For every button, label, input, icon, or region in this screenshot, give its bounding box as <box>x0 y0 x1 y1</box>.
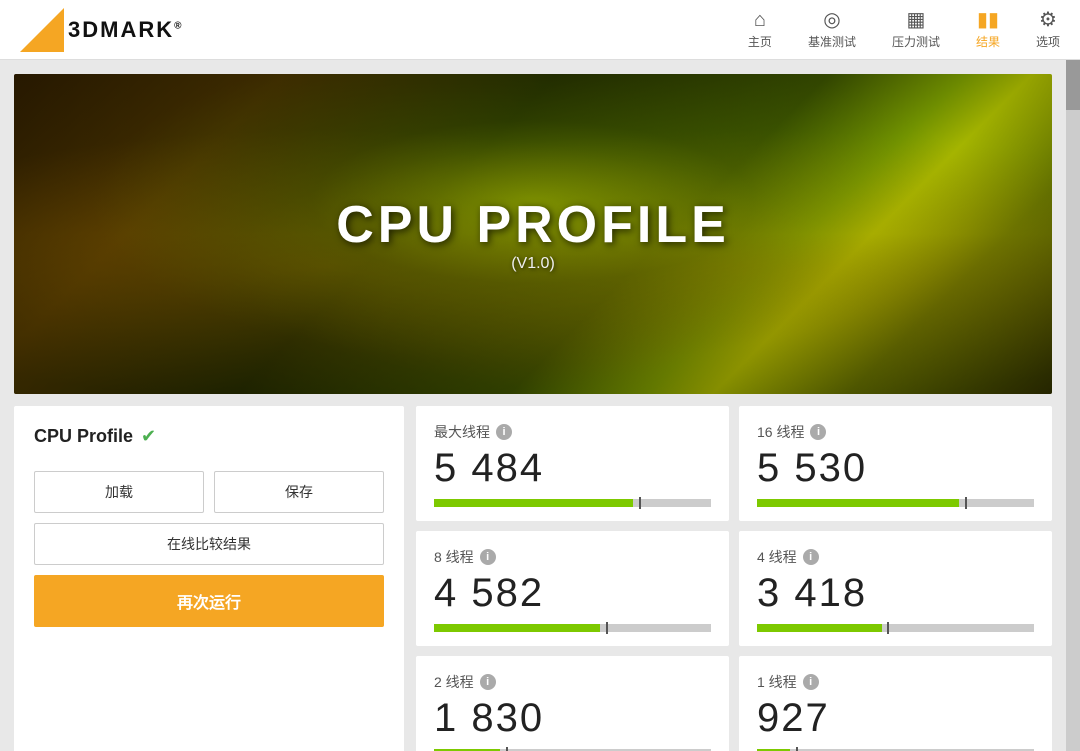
compare-button[interactable]: 在线比较结果 <box>34 523 384 565</box>
logo: 3DMARK® <box>20 8 184 52</box>
score-value-16-threads: 5 530 <box>757 446 1034 491</box>
score-bar-marker-2-threads <box>506 747 508 751</box>
home-nav-icon: ⌂ <box>754 10 766 30</box>
info-icon-4-threads[interactable]: i <box>803 549 819 565</box>
info-icon-8-threads[interactable]: i <box>480 549 496 565</box>
score-bar-track-4-threads <box>757 624 1034 632</box>
logo-reg: ® <box>174 20 183 31</box>
benchmark-nav-label: 基准测试 <box>808 33 856 50</box>
score-card-1-thread: 1 线程 i 927 <box>739 656 1052 751</box>
score-label-row-8-threads: 8 线程 i <box>434 547 711 567</box>
score-label-8-threads: 8 线程 <box>434 547 474 567</box>
results-nav-label: 结果 <box>976 33 1000 50</box>
score-bar-track-max-threads <box>434 499 711 507</box>
top-navigation: 3DMARK® ⌂ 主页 ◎ 基准测试 ▦ 压力测试 ▮▮ 结果 ⚙ 选项 <box>0 0 1080 60</box>
nav-item-stress[interactable]: ▦ 压力测试 <box>892 10 940 50</box>
score-label-2-threads: 2 线程 <box>434 672 474 692</box>
check-icon: ✔ <box>141 426 156 447</box>
options-nav-label: 选项 <box>1036 33 1060 50</box>
main-content: CPU PROFILE (V1.0) CPU Profile ✔ 加载 保存 在… <box>0 60 1066 751</box>
info-icon-1-thread[interactable]: i <box>803 674 819 690</box>
scrollbar-thumb[interactable] <box>1066 60 1080 110</box>
score-label-4-threads: 4 线程 <box>757 547 797 567</box>
nav-items: ⌂ 主页 ◎ 基准测试 ▦ 压力测试 ▮▮ 结果 ⚙ 选项 <box>748 10 1060 50</box>
score-bar-marker-1-thread <box>796 747 798 751</box>
score-value-8-threads: 4 582 <box>434 571 711 616</box>
stress-nav-label: 压力测试 <box>892 33 940 50</box>
score-bar-fill-16-threads <box>757 499 959 507</box>
score-card-max-threads: 最大线程 i 5 484 <box>416 406 729 521</box>
nav-item-results[interactable]: ▮▮ 结果 <box>976 10 1000 50</box>
score-bar-track-16-threads <box>757 499 1034 507</box>
score-card-4-threads: 4 线程 i 3 418 <box>739 531 1052 646</box>
options-nav-icon: ⚙ <box>1039 10 1057 30</box>
score-value-2-threads: 1 830 <box>434 696 711 741</box>
panel-title: CPU Profile <box>34 426 133 447</box>
score-bar-track-8-threads <box>434 624 711 632</box>
score-bar-marker-max-threads <box>639 497 641 509</box>
score-value-1-thread: 927 <box>757 696 1034 741</box>
bottom-section: CPU Profile ✔ 加载 保存 在线比较结果 再次运行 最大线程 i 5… <box>14 406 1052 751</box>
score-card-2-threads: 2 线程 i 1 830 <box>416 656 729 751</box>
btn-row-load-save: 加载 保存 <box>34 471 384 513</box>
nav-item-benchmark[interactable]: ◎ 基准测试 <box>808 10 856 50</box>
left-panel: CPU Profile ✔ 加载 保存 在线比较结果 再次运行 <box>14 406 404 751</box>
info-icon-2-threads[interactable]: i <box>480 674 496 690</box>
hero-title-version: (V1.0) <box>511 255 555 272</box>
score-value-4-threads: 3 418 <box>757 571 1034 616</box>
score-bar-marker-16-threads <box>965 497 967 509</box>
score-value-max-threads: 5 484 <box>434 446 711 491</box>
save-button[interactable]: 保存 <box>214 471 384 513</box>
stress-nav-icon: ▦ <box>907 10 926 30</box>
scrollbar[interactable] <box>1066 60 1080 751</box>
score-label-row-4-threads: 4 线程 i <box>757 547 1034 567</box>
score-bar-marker-8-threads <box>606 622 608 634</box>
hero-title: CPU PROFILE (V1.0) <box>336 195 730 273</box>
logo-triangle-icon <box>20 8 64 52</box>
score-label-16-threads: 16 线程 <box>757 422 804 442</box>
benchmark-nav-icon: ◎ <box>823 10 840 30</box>
run-button[interactable]: 再次运行 <box>34 575 384 627</box>
panel-title-row: CPU Profile ✔ <box>34 426 384 447</box>
hero-title-main: CPU PROFILE <box>336 195 730 255</box>
score-label-max-threads: 最大线程 <box>434 422 490 442</box>
info-icon-max-threads[interactable]: i <box>496 424 512 440</box>
load-button[interactable]: 加载 <box>34 471 204 513</box>
nav-item-home[interactable]: ⌂ 主页 <box>748 10 772 50</box>
score-label-row-16-threads: 16 线程 i <box>757 422 1034 442</box>
score-label-row-max-threads: 最大线程 i <box>434 422 711 442</box>
score-bar-marker-4-threads <box>887 622 889 634</box>
right-panel: 最大线程 i 5 484 16 线程 i 5 530 8 线程 i 4 582 … <box>416 406 1052 751</box>
home-nav-label: 主页 <box>748 33 772 50</box>
logo-text: 3DMARK® <box>68 17 184 43</box>
score-label-row-2-threads: 2 线程 i <box>434 672 711 692</box>
score-bar-fill-4-threads <box>757 624 882 632</box>
info-icon-16-threads[interactable]: i <box>810 424 826 440</box>
score-bar-fill-max-threads <box>434 499 633 507</box>
nav-item-options[interactable]: ⚙ 选项 <box>1036 10 1060 50</box>
page-wrapper: CPU PROFILE (V1.0) CPU Profile ✔ 加载 保存 在… <box>0 60 1080 751</box>
score-label-row-1-thread: 1 线程 i <box>757 672 1034 692</box>
score-card-16-threads: 16 线程 i 5 530 <box>739 406 1052 521</box>
score-card-8-threads: 8 线程 i 4 582 <box>416 531 729 646</box>
score-bar-fill-8-threads <box>434 624 600 632</box>
hero-banner: CPU PROFILE (V1.0) <box>14 74 1052 394</box>
score-label-1-thread: 1 线程 <box>757 672 797 692</box>
results-nav-icon: ▮▮ <box>977 10 999 30</box>
